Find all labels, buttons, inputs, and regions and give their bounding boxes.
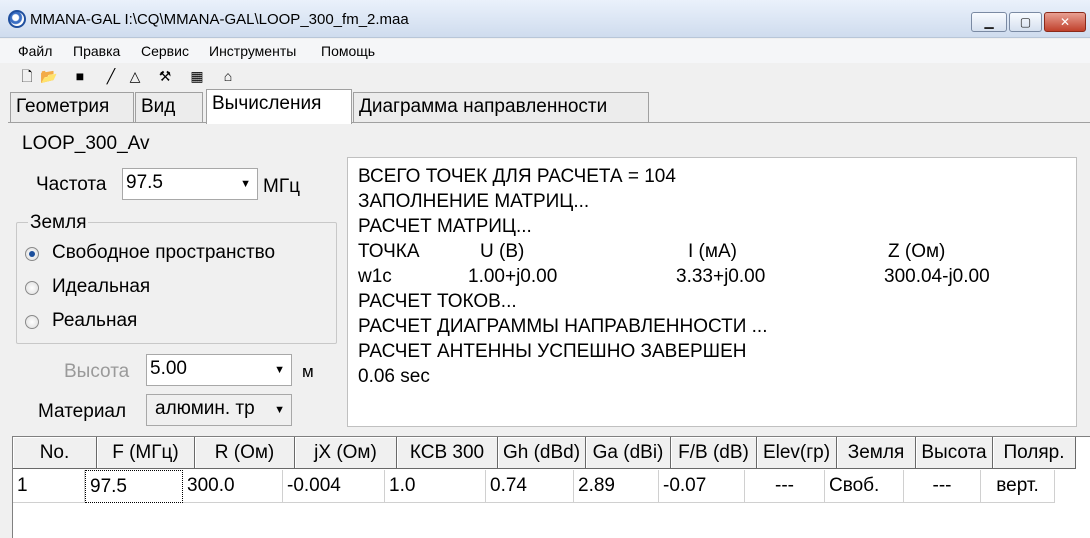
- log-header-u: U (В): [480, 241, 525, 262]
- maximize-icon: ▢: [1019, 15, 1032, 29]
- height-value: 5.00: [150, 358, 187, 379]
- log-current-row: w1c 1.00+j0.00 3.33+j0.00 300.04-j0.00: [358, 264, 1066, 289]
- height-combo[interactable]: 5.00 ▼: [146, 354, 292, 386]
- chevron-down-icon[interactable]: ▼: [274, 364, 285, 376]
- material-value: алюмин. тр: [155, 398, 255, 419]
- close-icon: ✕: [1059, 15, 1071, 29]
- material-combo[interactable]: алюмин. тр ▼: [146, 394, 292, 426]
- column-header[interactable]: Elev(гр): [757, 437, 837, 469]
- maximize-button[interactable]: ▢: [1009, 12, 1042, 32]
- tools-icon[interactable]: ⚒: [156, 67, 174, 85]
- table-cell[interactable]: 1.0: [385, 470, 486, 503]
- log-line: ЗАПОЛНЕНИЕ МАТРИЦ...: [358, 191, 590, 212]
- table-cell[interactable]: ---: [745, 470, 825, 503]
- menu-file[interactable]: Файл: [18, 43, 52, 59]
- antenna-name: LOOP_300_Av: [22, 133, 150, 154]
- log-current-header: ТОЧКА U (В) I (мА) Z (Ом): [358, 239, 1066, 264]
- new-file-icon[interactable]: 🗋: [18, 67, 36, 85]
- chevron-down-icon[interactable]: ▼: [274, 404, 285, 416]
- tab-geometry[interactable]: Геометрия: [10, 92, 134, 122]
- minimize-button[interactable]: ▁: [971, 12, 1007, 32]
- column-header[interactable]: No.: [13, 437, 97, 469]
- radio-real[interactable]: [25, 315, 39, 329]
- radio-label-real[interactable]: Реальная: [52, 310, 137, 332]
- menu-service[interactable]: Сервис: [141, 43, 189, 59]
- log-line: РАСЧЕТ ТОКОВ...: [358, 291, 517, 312]
- table-cell[interactable]: 2.89: [574, 470, 659, 503]
- log-header-point: ТОЧКА: [358, 241, 420, 262]
- table-cell[interactable]: ---: [904, 470, 981, 503]
- close-button[interactable]: ✕: [1044, 12, 1086, 32]
- column-header[interactable]: Поляр.: [993, 437, 1076, 469]
- column-header[interactable]: Gh (dBd): [498, 437, 586, 469]
- window-title: MMANA-GAL I:\CQ\MMANA-GAL\LOOP_300_fm_2.…: [30, 11, 409, 28]
- radio-ideal[interactable]: [25, 281, 39, 295]
- table-cell[interactable]: 0.74: [486, 470, 574, 503]
- tab-view[interactable]: Вид: [135, 92, 203, 122]
- column-header[interactable]: Ga (dBi): [586, 437, 671, 469]
- column-header[interactable]: jX (Ом): [295, 437, 397, 469]
- log-row-point: w1c: [358, 266, 392, 287]
- log-header-i: I (мА): [688, 241, 737, 262]
- height-label: Высота: [64, 361, 130, 382]
- menu-help[interactable]: Помощь: [321, 43, 375, 59]
- frequency-combo[interactable]: 97.5 ▼: [122, 168, 258, 200]
- minimize-icon: ▁: [984, 15, 994, 29]
- radio-label-ideal[interactable]: Идеальная: [52, 276, 150, 298]
- app-icon: [8, 10, 26, 28]
- table-cell[interactable]: 1: [13, 470, 85, 503]
- results-table[interactable]: No. F (МГц) R (Ом) jX (Ом) КСВ 300 Gh (d…: [12, 436, 1090, 538]
- calculator-icon[interactable]: ▦: [188, 67, 206, 85]
- tab-calculations[interactable]: Вычисления: [206, 89, 352, 124]
- calculation-log[interactable]: ВСЕГО ТОЧЕК ДЛЯ РАСЧЕТА = 104 ЗАПОЛНЕНИЕ…: [347, 157, 1077, 427]
- radio-free-space[interactable]: [25, 247, 39, 261]
- frequency-label: Частота: [36, 174, 107, 195]
- log-row-i: 3.33+j0.00: [676, 266, 766, 287]
- log-line: РАСЧЕТ АНТЕННЫ УСПЕШНО ЗАВЕРШЕН: [358, 341, 747, 362]
- log-line: РАСЧЕТ МАТРИЦ...: [358, 216, 532, 237]
- menu-edit[interactable]: Правка: [73, 43, 120, 59]
- chevron-down-icon[interactable]: ▼: [240, 178, 251, 190]
- material-label: Материал: [38, 401, 127, 422]
- radio-label-free-space[interactable]: Свободное пространство: [52, 242, 275, 264]
- column-header[interactable]: Высота: [916, 437, 993, 469]
- antenna-icon[interactable]: ⌂: [219, 67, 237, 85]
- table-cell[interactable]: -0.07: [659, 470, 745, 503]
- log-row-z: 300.04-j0.00: [884, 266, 990, 287]
- ground-legend: Земля: [28, 212, 89, 234]
- log-line: ВСЕГО ТОЧЕК ДЛЯ РАСЧЕТА = 104: [358, 166, 676, 187]
- open-folder-icon[interactable]: 📂: [40, 67, 58, 85]
- column-header[interactable]: Земля: [837, 437, 916, 469]
- column-header[interactable]: КСВ 300: [397, 437, 498, 469]
- table-cell[interactable]: верт.: [981, 470, 1055, 503]
- log-row-u: 1.00+j0.00: [468, 266, 558, 287]
- frequency-unit: МГц: [263, 176, 300, 197]
- column-header[interactable]: R (Ом): [195, 437, 295, 469]
- column-header[interactable]: F/B (dB): [671, 437, 757, 469]
- menu-tools[interactable]: Инструменты: [209, 43, 296, 59]
- column-header[interactable]: F (МГц): [97, 437, 195, 469]
- height-unit: м: [302, 362, 314, 381]
- triangle-icon[interactable]: △: [126, 67, 144, 85]
- log-line: 0.06 sec: [358, 366, 430, 387]
- table-cell[interactable]: 97.5: [85, 470, 183, 503]
- save-icon[interactable]: ■: [71, 67, 89, 85]
- log-line: РАСЧЕТ ДИАГРАММЫ НАПРАВЛЕННОСТИ ...: [358, 316, 768, 337]
- line-icon[interactable]: ╱: [102, 67, 120, 85]
- log-header-z: Z (Ом): [888, 241, 946, 262]
- frequency-value: 97.5: [126, 172, 163, 193]
- table-cell[interactable]: -0.004: [283, 470, 385, 503]
- tab-radiation-pattern[interactable]: Диаграмма направленности: [353, 92, 649, 122]
- table-cell[interactable]: 300.0: [183, 470, 283, 503]
- table-cell[interactable]: Своб.: [825, 470, 904, 503]
